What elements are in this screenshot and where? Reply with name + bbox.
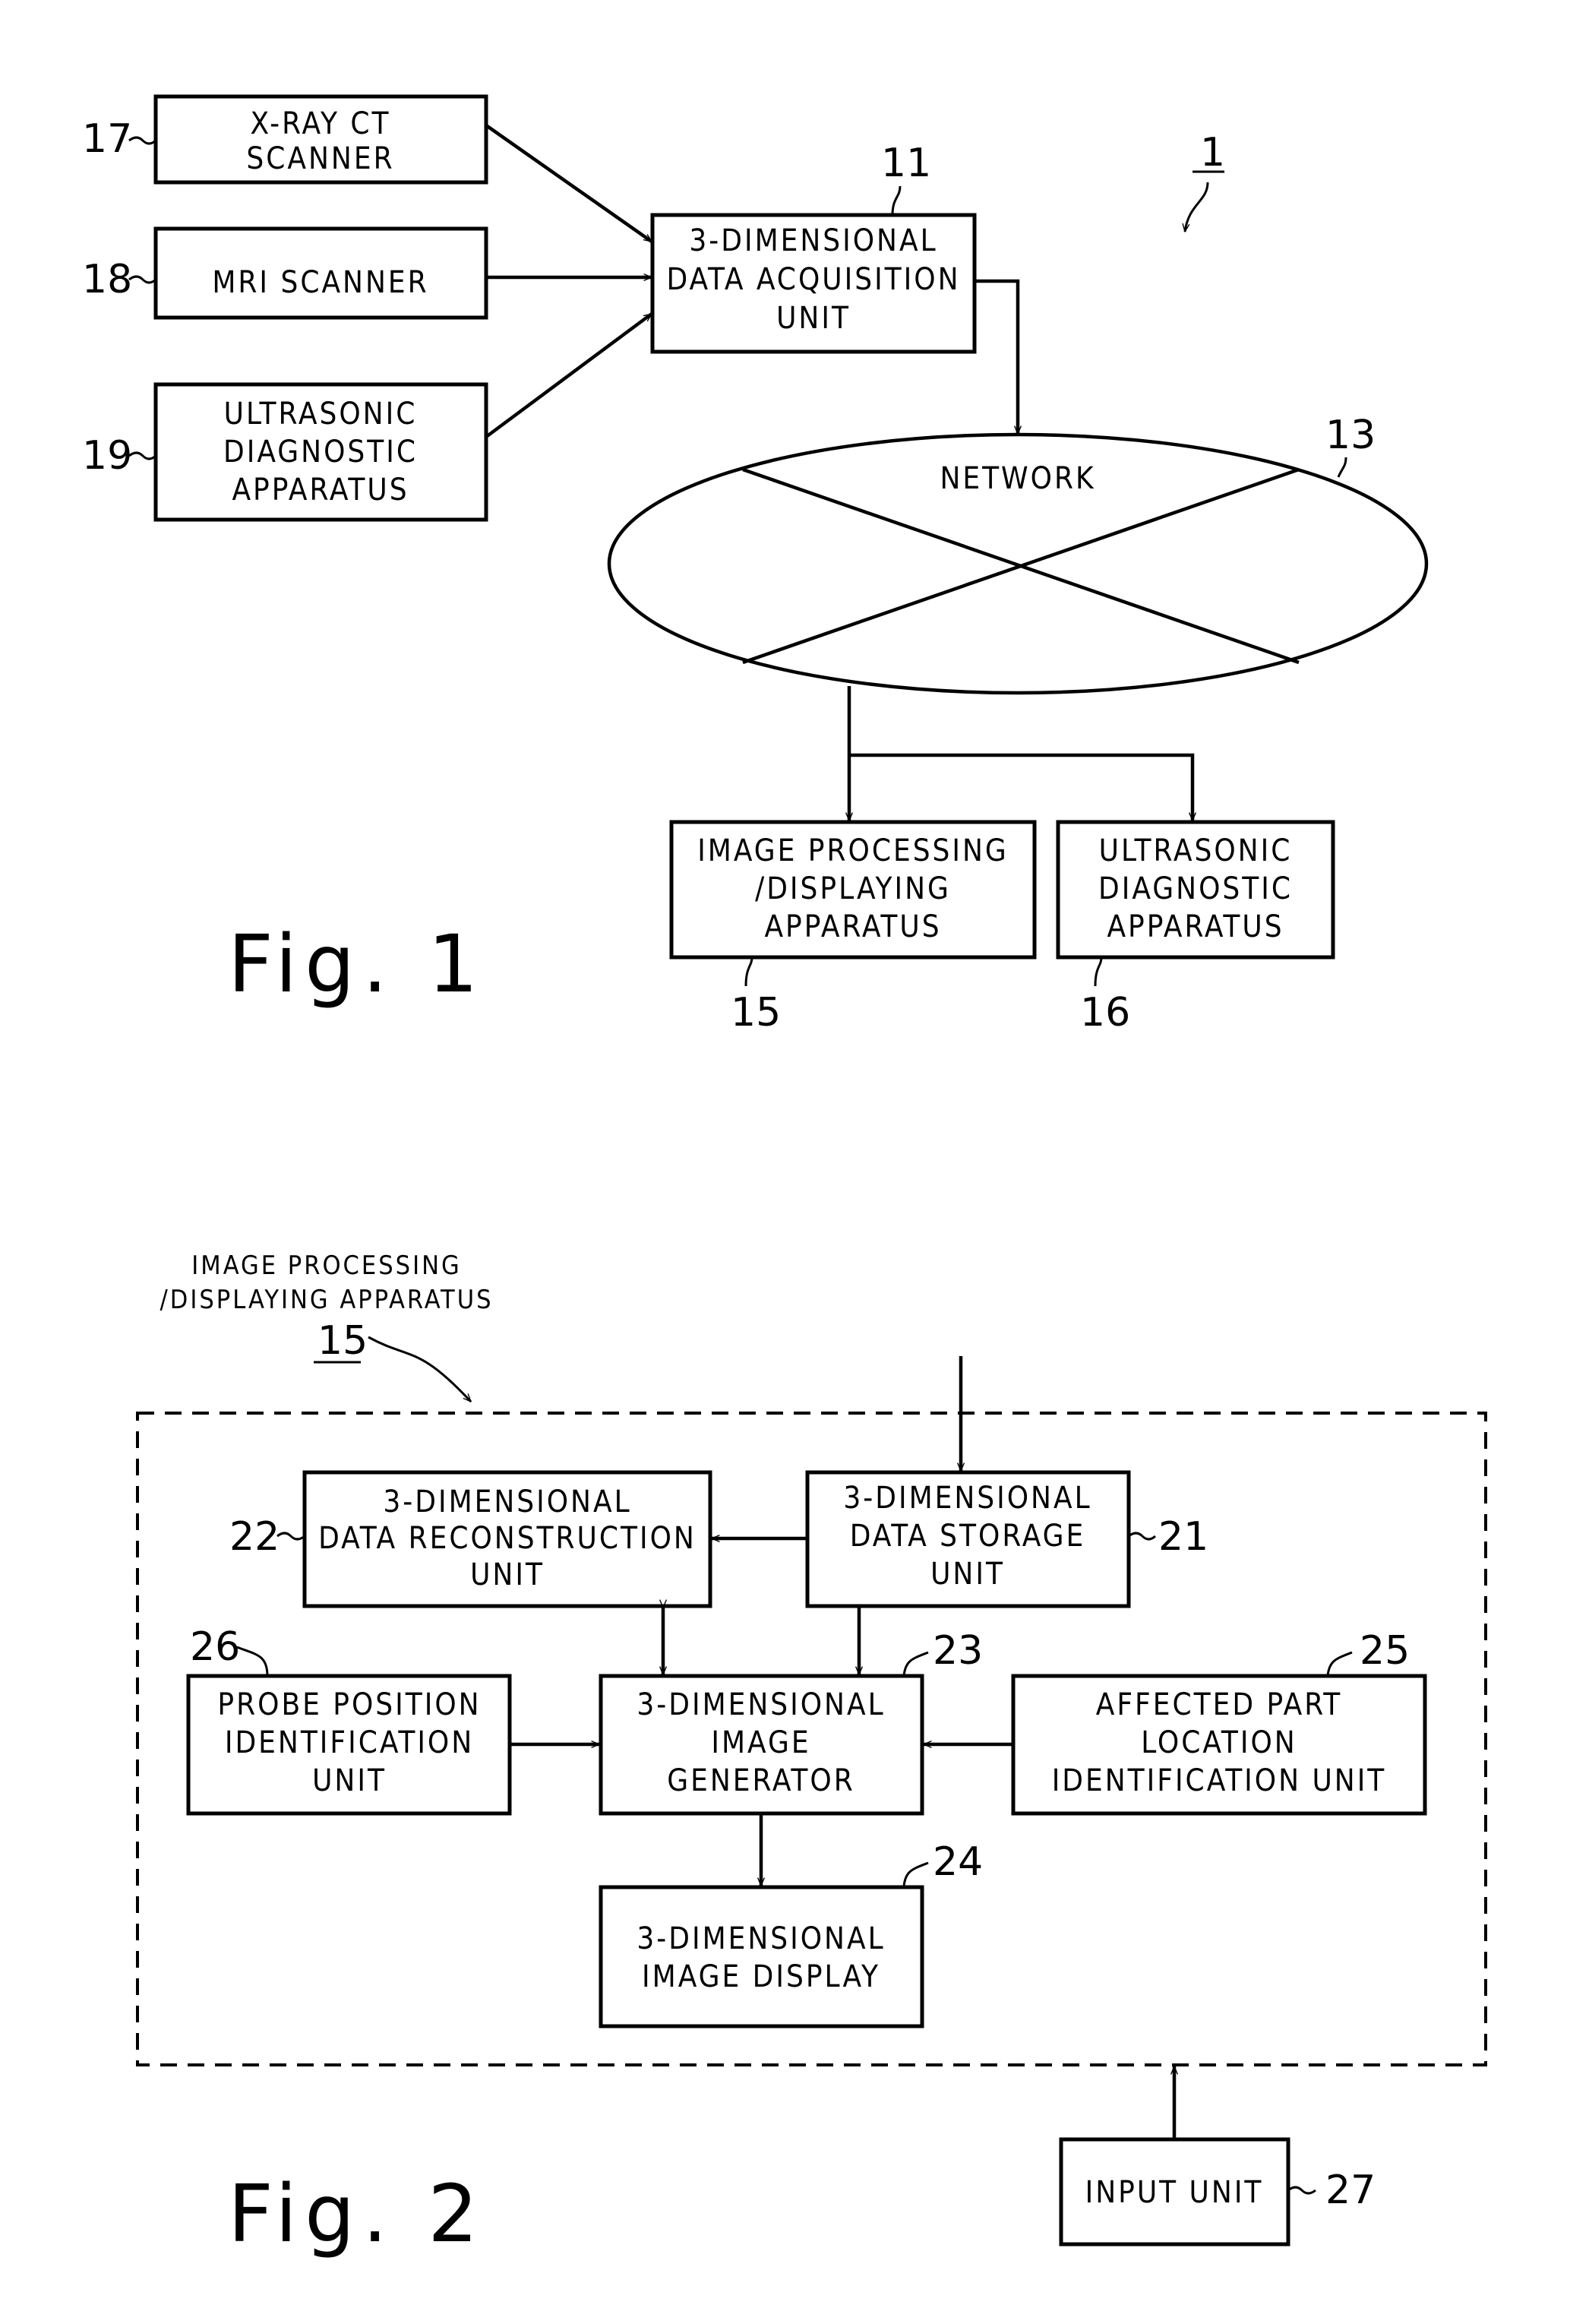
network-label: NETWORK — [940, 461, 1095, 496]
leader-line — [128, 275, 156, 284]
block-3d-image-generator: 3-DIMENSIONAL IMAGE GENERATOR 23 — [599, 1628, 983, 1816]
leader-line — [276, 1532, 305, 1541]
block-label: IDENTIFICATION UNIT — [1052, 1763, 1387, 1798]
block-label: IDENTIFICATION — [225, 1725, 474, 1760]
ref-label-13: 13 — [1325, 413, 1376, 458]
fig1: 1 X-RAY CT SCANNER 17 MRI SCANNER 18 ULT… — [82, 94, 1429, 1036]
block-label: LOCATION — [1141, 1725, 1297, 1760]
block-label: DIAGNOSTIC — [223, 435, 418, 470]
arrow-xray-to-acq — [485, 124, 652, 243]
block-label: IMAGE DISPLAY — [642, 1959, 880, 1994]
block-3d-image-display: 3-DIMENSIONAL IMAGE DISPLAY 24 — [599, 1839, 983, 2028]
block-label: ULTRASONIC — [1099, 833, 1293, 868]
block-image-processing-apparatus: IMAGE PROCESSING /DISPLAYING APPARATUS 1… — [669, 820, 1037, 1036]
block-label: ULTRASONIC — [224, 397, 418, 432]
block-label: UNIT — [930, 1557, 1005, 1592]
block-affected-part-location-identification-unit: AFFECTED PART LOCATION IDENTIFICATION UN… — [1011, 1628, 1427, 1816]
leader-line — [1094, 956, 1103, 987]
block-label: MRI SCANNER — [212, 265, 428, 300]
block-mri-scanner: MRI SCANNER 18 — [82, 226, 488, 320]
arrow-network-to-ultrasonic — [849, 753, 1193, 821]
container-pointer-arrow — [368, 1336, 471, 1402]
block-xray-ct-scanner: X-RAY CT SCANNER 17 — [82, 94, 488, 185]
block-label: 3-DIMENSIONAL — [637, 1687, 885, 1722]
block-label: PROBE POSITION — [217, 1687, 481, 1722]
block-3d-data-storage-unit: 3-DIMENSIONAL DATA STORAGE UNIT 21 — [805, 1470, 1208, 1608]
block-3d-data-reconstruction-unit: 3-DIMENSIONAL DATA RECONSTRUCTION UNIT 2… — [229, 1470, 712, 1608]
ref-pointer-arrow — [1185, 182, 1209, 232]
container-label: IMAGE PROCESSING — [191, 1251, 461, 1281]
leader-line — [128, 136, 156, 145]
block-label: UNIT — [312, 1763, 387, 1798]
ref-label-26: 26 — [190, 1624, 240, 1670]
block-label: DATA STORAGE — [850, 1519, 1085, 1554]
ref-label-21: 21 — [1158, 1514, 1208, 1560]
ref-label-15: 15 — [731, 990, 781, 1036]
ref-label-1: 1 — [1200, 130, 1225, 175]
ref-label-19: 19 — [82, 433, 132, 479]
block-label: GENERATOR — [667, 1763, 854, 1798]
block-ultrasonic-source: ULTRASONIC DIAGNOSTIC APPARATUS 19 — [82, 382, 488, 522]
block-label: AFFECTED PART — [1096, 1687, 1343, 1722]
fig2: IMAGE PROCESSING /DISPLAYING APPARATUS 1… — [136, 1251, 1487, 2260]
block-label: IMAGE PROCESSING — [697, 833, 1009, 868]
block-input-unit: INPUT UNIT 27 — [1059, 2137, 1376, 2247]
network-13: NETWORK 13 — [607, 413, 1429, 695]
figure-title-2: Fig. 2 — [228, 2167, 485, 2260]
block-label: UNIT — [776, 301, 851, 336]
block-label: 3-DIMENSIONAL — [383, 1485, 631, 1519]
leader-line — [891, 185, 902, 216]
system-ref-1: 1 — [1185, 130, 1225, 232]
block-label: 3-DIMENSIONAL — [843, 1481, 1091, 1516]
arrow-ultra-to-acq — [485, 312, 652, 438]
leader-line — [744, 956, 753, 987]
block-label: DIAGNOSTIC — [1098, 871, 1293, 906]
figure-title-1: Fig. 1 — [228, 918, 485, 1010]
block-label: /DISPLAYING — [755, 871, 951, 906]
ref-label-18: 18 — [82, 257, 132, 302]
block-label: IMAGE — [711, 1725, 810, 1760]
leader-line — [1326, 1651, 1353, 1677]
patent-figures: 1 X-RAY CT SCANNER 17 MRI SCANNER 18 ULT… — [82, 94, 1487, 2260]
arrow-acq-to-network — [975, 279, 1018, 434]
block-probe-position-identification-unit: PROBE POSITION IDENTIFICATION UNIT 26 — [186, 1624, 512, 1816]
block-label: 3-DIMENSIONAL — [689, 223, 937, 258]
ref-label-22: 22 — [229, 1514, 280, 1560]
block-label: DATA RECONSTRUCTION — [318, 1521, 697, 1556]
block-label: APPARATUS — [1107, 909, 1284, 944]
container-label: /DISPLAYING APPARATUS — [160, 1285, 493, 1315]
block-label: SCANNER — [246, 141, 394, 176]
ref-label-16: 16 — [1080, 990, 1130, 1036]
ref-label-24: 24 — [933, 1839, 983, 1885]
leader-line — [1287, 2186, 1316, 2195]
ref-label-11: 11 — [881, 141, 931, 186]
block-label: UNIT — [470, 1557, 545, 1592]
block-label: DATA ACQUISITION — [666, 262, 960, 297]
block-label: 3-DIMENSIONAL — [637, 1921, 885, 1956]
block-ultrasonic-destination: ULTRASONIC DIAGNOSTIC APPARATUS 16 — [1056, 820, 1335, 1036]
ref-label-15-container: 15 — [317, 1318, 368, 1364]
block-label: APPARATUS — [232, 473, 409, 507]
block-label: X-RAY CT — [250, 106, 390, 141]
ref-label-17: 17 — [82, 116, 132, 162]
ref-label-25: 25 — [1360, 1628, 1410, 1674]
leader-line — [128, 451, 156, 460]
block-3d-data-acquisition-unit: 3-DIMENSIONAL DATA ACQUISITION UNIT 11 — [650, 141, 977, 354]
block-label: APPARATUS — [764, 909, 941, 944]
leader-line — [1337, 457, 1347, 478]
leader-line — [902, 1651, 929, 1677]
ref-label-27: 27 — [1325, 2167, 1376, 2213]
leader-line — [1128, 1532, 1156, 1541]
leader-line — [236, 1646, 269, 1677]
leader-line — [902, 1861, 929, 1887]
ref-label-23: 23 — [933, 1628, 983, 1674]
block-label: INPUT UNIT — [1085, 2175, 1264, 2210]
